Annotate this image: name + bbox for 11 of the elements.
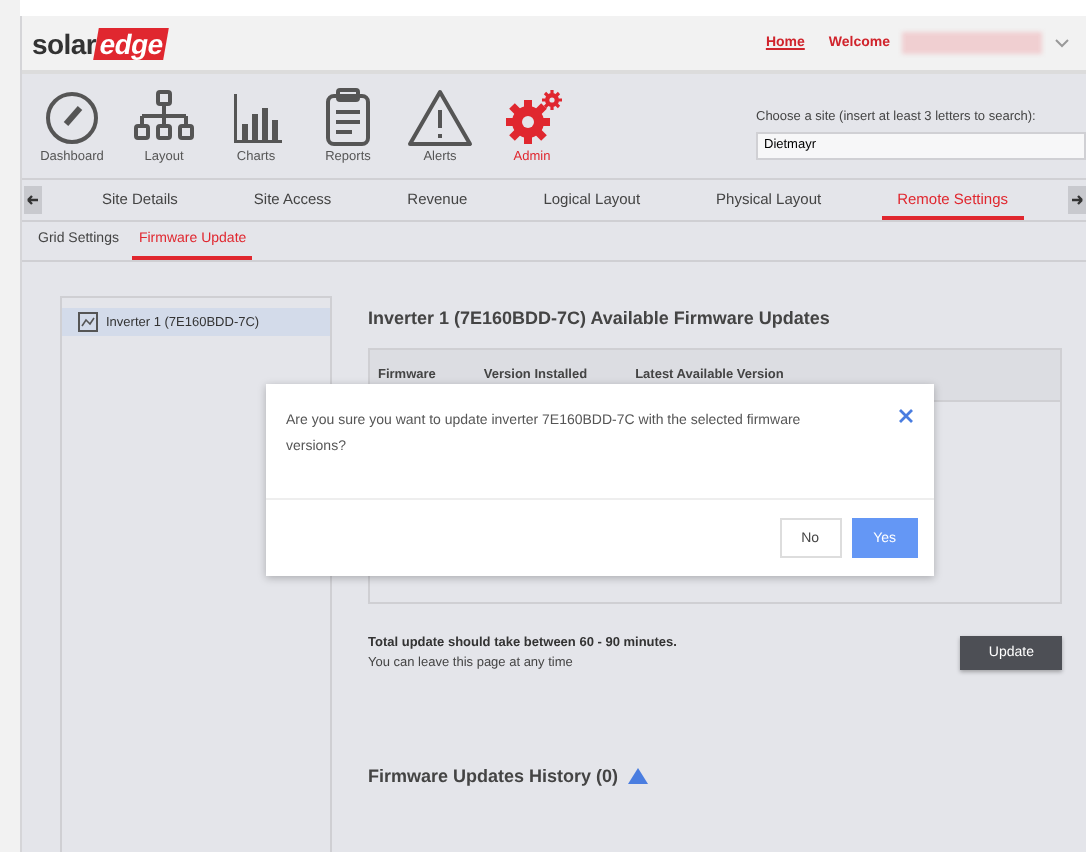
history-title: Firmware Updates History (0) <box>368 766 619 786</box>
scroll-right-icon[interactable] <box>1068 186 1086 214</box>
warning-icon <box>406 88 474 148</box>
solaredge-logo: solaredge <box>32 27 167 59</box>
blurred-username <box>902 32 1042 54</box>
scroll-left-icon[interactable] <box>24 186 42 214</box>
triangle-up-icon[interactable] <box>628 768 649 784</box>
panel-title: Inverter 1 (7E160BDD-7C) Available Firmware Updates <box>368 308 832 328</box>
chevron-down-icon[interactable] <box>1054 38 1070 48</box>
inverter-icon <box>78 312 98 332</box>
close-icon[interactable] <box>898 408 914 424</box>
